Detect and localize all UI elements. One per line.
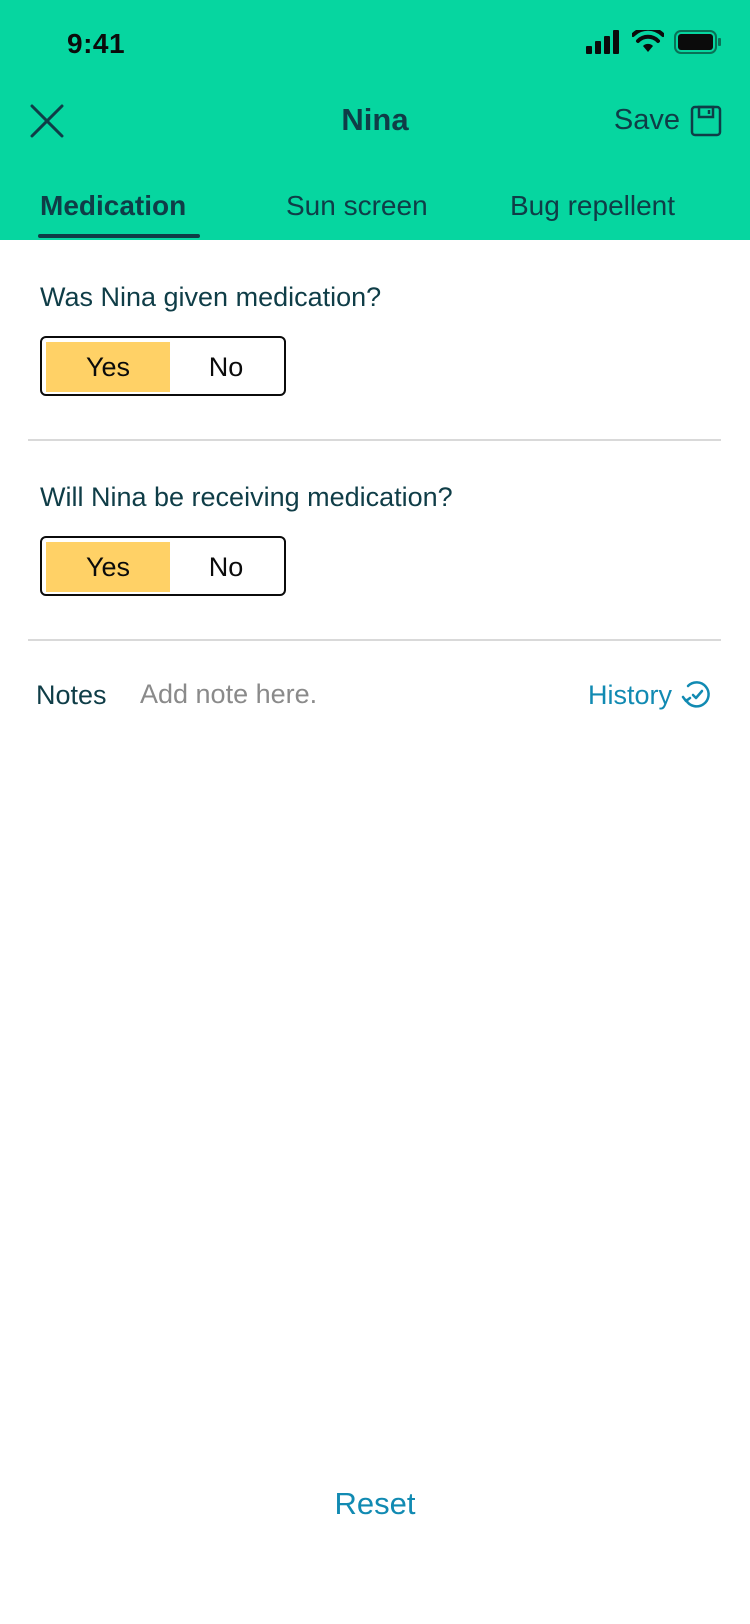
yes-option[interactable]: Yes: [46, 342, 170, 392]
signal-icon: [586, 30, 619, 54]
reset-button[interactable]: Reset: [0, 1486, 750, 1522]
question-label: Will Nina be receiving medication?: [40, 482, 453, 512]
save-label: Save: [613, 104, 680, 136]
notes-input[interactable]: [140, 674, 530, 714]
yes-option[interactable]: Yes: [46, 542, 170, 592]
tab-sun-screen[interactable]: Sun screen: [286, 190, 428, 222]
status-time: 9:41: [67, 28, 126, 59]
yes-no-toggle: Yes No: [40, 336, 286, 396]
question-label: Was Nina given medication?: [40, 282, 382, 312]
active-tab-indicator: [38, 234, 200, 238]
status-icons: [586, 30, 722, 54]
history-icon: [681, 681, 710, 708]
yes-no-toggle: Yes No: [40, 536, 286, 596]
save-icon: [690, 105, 722, 136]
wifi-icon: [632, 30, 664, 52]
no-option[interactable]: No: [170, 342, 282, 392]
tab-bar: Medication Sun screen Bug repellent: [0, 190, 750, 240]
tab-bug-repellent[interactable]: Bug repellent: [510, 190, 675, 222]
tab-medication[interactable]: Medication: [40, 190, 186, 222]
battery-icon: [674, 30, 721, 54]
no-option[interactable]: No: [170, 542, 282, 592]
divider: [28, 439, 721, 441]
divider: [28, 639, 721, 641]
app-header: 9:41 Nina Save Medication Sun screen Bug…: [0, 0, 750, 240]
notes-label: Notes: [36, 680, 107, 710]
history-label: History: [587, 679, 672, 710]
save-button[interactable]: Save: [614, 104, 722, 137]
history-button[interactable]: History: [588, 678, 714, 712]
